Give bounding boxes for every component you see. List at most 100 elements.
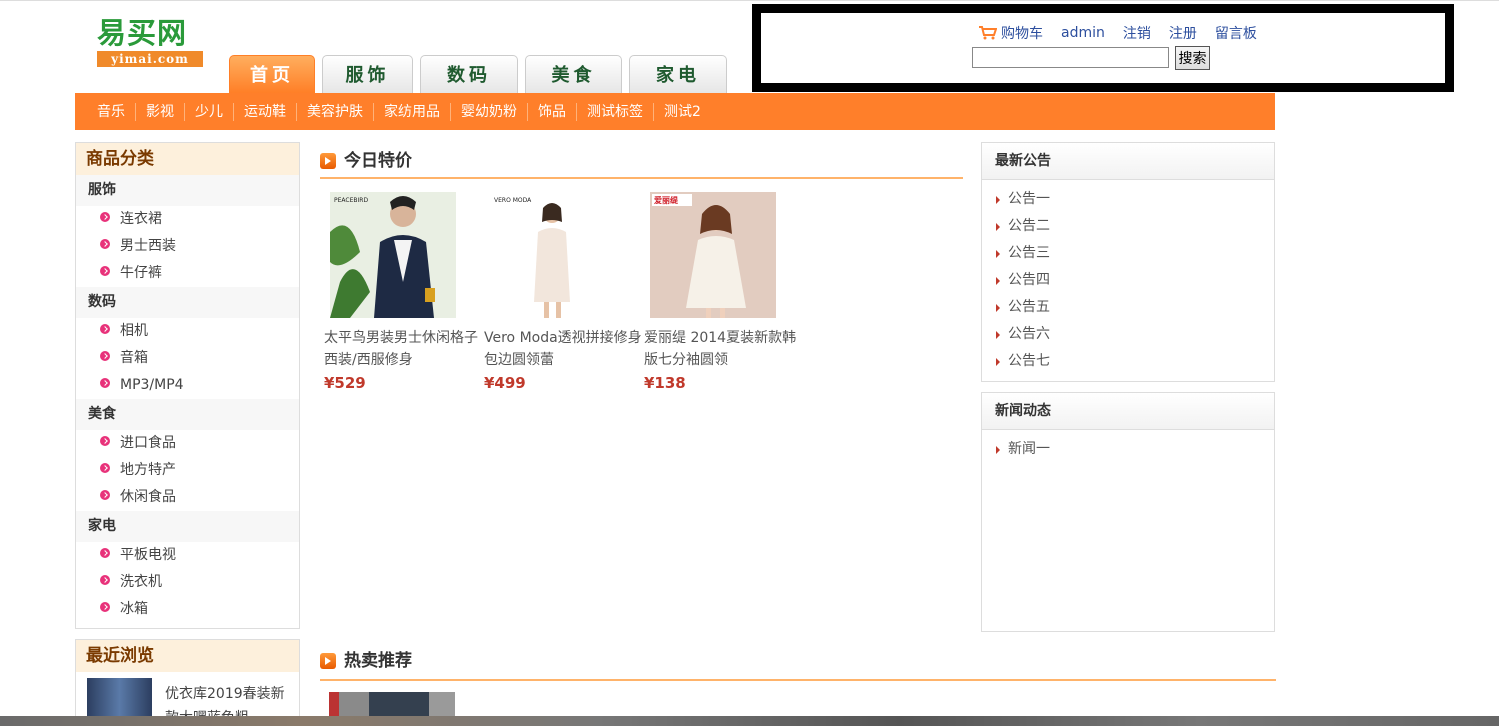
category-item[interactable]: 牛仔裤	[76, 260, 299, 287]
news-list: 新闻一	[982, 430, 1274, 463]
category-item[interactable]: 休闲食品	[76, 484, 299, 511]
os-taskbar	[0, 716, 1499, 726]
bullet-icon	[100, 462, 110, 473]
notice-item[interactable]: 公告七	[982, 348, 1274, 375]
category-item[interactable]: 地方特产	[76, 457, 299, 484]
hot-title: 热卖推荐	[344, 651, 412, 671]
notice-label: 公告二	[1008, 218, 1050, 234]
arrow-icon	[996, 276, 1000, 285]
main-tabs: 首页 服饰 数码 美食 家电	[229, 55, 734, 93]
recent-views: 最近浏览 优衣库2019春装新款大嘿蓝色粗...	[75, 639, 300, 726]
product-brand: 爱丽缇	[654, 195, 679, 205]
product-card[interactable]: 爱丽缇 爱丽缇 2014夏装新款韩版七分袖圆领 ¥138	[644, 192, 804, 395]
sidebar-title: 商品分类	[76, 143, 299, 175]
guestbook-link[interactable]: 留言板	[1215, 23, 1257, 43]
specials-header: 今日特价	[320, 143, 963, 179]
logo-domain: yimai.com	[97, 51, 203, 67]
bullet-icon	[100, 350, 110, 361]
search-button[interactable]: 搜索	[1175, 46, 1210, 70]
category-item-label: 连衣裙	[120, 211, 162, 227]
category-item[interactable]: 相机	[76, 318, 299, 345]
category-group-title[interactable]: 服饰	[76, 175, 299, 206]
tab-appliance[interactable]: 家电	[629, 55, 727, 93]
category-item[interactable]: 洗衣机	[76, 569, 299, 596]
category-item[interactable]: 音箱	[76, 345, 299, 372]
tab-digital[interactable]: 数码	[420, 55, 518, 93]
notice-item[interactable]: 公告五	[982, 294, 1274, 321]
product-image[interactable]: VERO MODA	[490, 192, 616, 318]
logout-link[interactable]: 注销	[1123, 23, 1151, 43]
notice-item[interactable]: 公告三	[982, 240, 1274, 267]
bullet-icon	[100, 211, 110, 222]
notice-item[interactable]: 公告一	[982, 186, 1274, 213]
register-link[interactable]: 注册	[1169, 23, 1197, 43]
product-name[interactable]: Vero Moda透视拼接修身包边圆领蕾	[484, 327, 644, 371]
category-item[interactable]: 平板电视	[76, 542, 299, 569]
category-item-label: 进口食品	[120, 435, 176, 451]
tab-clothing[interactable]: 服饰	[322, 55, 413, 93]
user-link[interactable]: admin	[1061, 25, 1105, 41]
product-price: ¥529	[324, 374, 366, 392]
cart-link[interactable]: 购物车	[1001, 23, 1043, 43]
category-item-label: 牛仔裤	[120, 265, 162, 281]
news-label: 新闻一	[1008, 441, 1050, 457]
notice-panel: 最新公告 公告一 公告二 公告三 公告四 公告五 公告六 公告七	[981, 142, 1275, 382]
arrow-icon	[996, 249, 1000, 258]
category-item[interactable]: 连衣裙	[76, 206, 299, 233]
category-sidebar: 商品分类 服饰 连衣裙 男士西装 牛仔裤 数码 相机 音箱 MP3/MP4 美食…	[75, 142, 300, 629]
cat-link[interactable]: 家纺用品	[374, 102, 451, 121]
notice-item[interactable]: 公告四	[982, 267, 1274, 294]
product-card[interactable]: VERO MODA Vero Moda透视拼接修身包边圆领蕾 ¥499	[484, 192, 644, 395]
news-item[interactable]: 新闻一	[982, 436, 1274, 463]
user-links: 购物车 admin 注销 注册 留言板	[979, 23, 1275, 43]
category-item[interactable]: MP3/MP4	[76, 372, 299, 399]
notice-label: 公告三	[1008, 245, 1050, 261]
category-group-title[interactable]: 家电	[76, 511, 299, 542]
search-input[interactable]	[972, 47, 1169, 68]
category-item[interactable]: 男士西装	[76, 233, 299, 260]
category-item-label: 地方特产	[120, 462, 176, 478]
product-image[interactable]: PEACEBIRD	[330, 192, 456, 318]
cat-link[interactable]: 影视	[136, 102, 185, 121]
product-name[interactable]: 爱丽缇 2014夏装新款韩版七分袖圆领	[644, 327, 804, 371]
notice-item[interactable]: 公告六	[982, 321, 1274, 348]
arrow-icon	[996, 357, 1000, 366]
news-panel: 新闻动态 新闻一	[981, 392, 1275, 632]
cat-link[interactable]: 运动鞋	[234, 102, 297, 121]
category-group-title[interactable]: 数码	[76, 287, 299, 318]
category-item-label: 冰箱	[120, 601, 148, 617]
category-item-label: 相机	[120, 323, 148, 339]
product-name[interactable]: 太平鸟男装男士休闲格子西装/西服修身	[324, 327, 484, 371]
cat-link[interactable]: 测试标签	[577, 102, 654, 121]
tab-home[interactable]: 首页	[229, 55, 315, 93]
cart-icon[interactable]	[979, 26, 997, 40]
cat-link[interactable]: 美容护肤	[297, 102, 374, 121]
category-group-title[interactable]: 美食	[76, 399, 299, 430]
arrow-icon	[996, 222, 1000, 231]
cat-link[interactable]: 少儿	[185, 102, 234, 121]
site-logo[interactable]: 易买网 yimai.com	[97, 15, 203, 71]
arrow-icon	[996, 303, 1000, 312]
category-item-label: 音箱	[120, 350, 148, 366]
hot-header: 热卖推荐	[320, 643, 1276, 681]
product-image[interactable]: 爱丽缇	[650, 192, 776, 318]
product-brand: VERO MODA	[494, 197, 532, 204]
notice-label: 公告一	[1008, 191, 1050, 207]
notice-label: 公告四	[1008, 272, 1050, 288]
category-item-label: 男士西装	[120, 238, 176, 254]
notice-item[interactable]: 公告二	[982, 213, 1274, 240]
bullet-icon	[100, 238, 110, 249]
category-item[interactable]: 冰箱	[76, 596, 299, 623]
cat-link[interactable]: 测试2	[654, 103, 711, 121]
notice-label: 公告六	[1008, 326, 1050, 342]
product-price: ¥499	[484, 374, 526, 392]
tab-food[interactable]: 美食	[525, 55, 622, 93]
cat-link[interactable]: 婴幼奶粉	[451, 102, 528, 121]
bullet-icon	[100, 574, 110, 585]
cat-link[interactable]: 音乐	[87, 102, 136, 121]
cat-link[interactable]: 饰品	[528, 102, 577, 121]
user-toolbar: 购物车 admin 注销 注册 留言板 搜索	[752, 4, 1454, 92]
category-item[interactable]: 进口食品	[76, 430, 299, 457]
product-card[interactable]: PEACEBIRD 太平鸟男装男士休闲格子西装/西服修身 ¥529	[324, 192, 484, 395]
category-bar: 音乐 影视 少儿 运动鞋 美容护肤 家纺用品 婴幼奶粉 饰品 测试标签 测试2	[75, 93, 1275, 130]
